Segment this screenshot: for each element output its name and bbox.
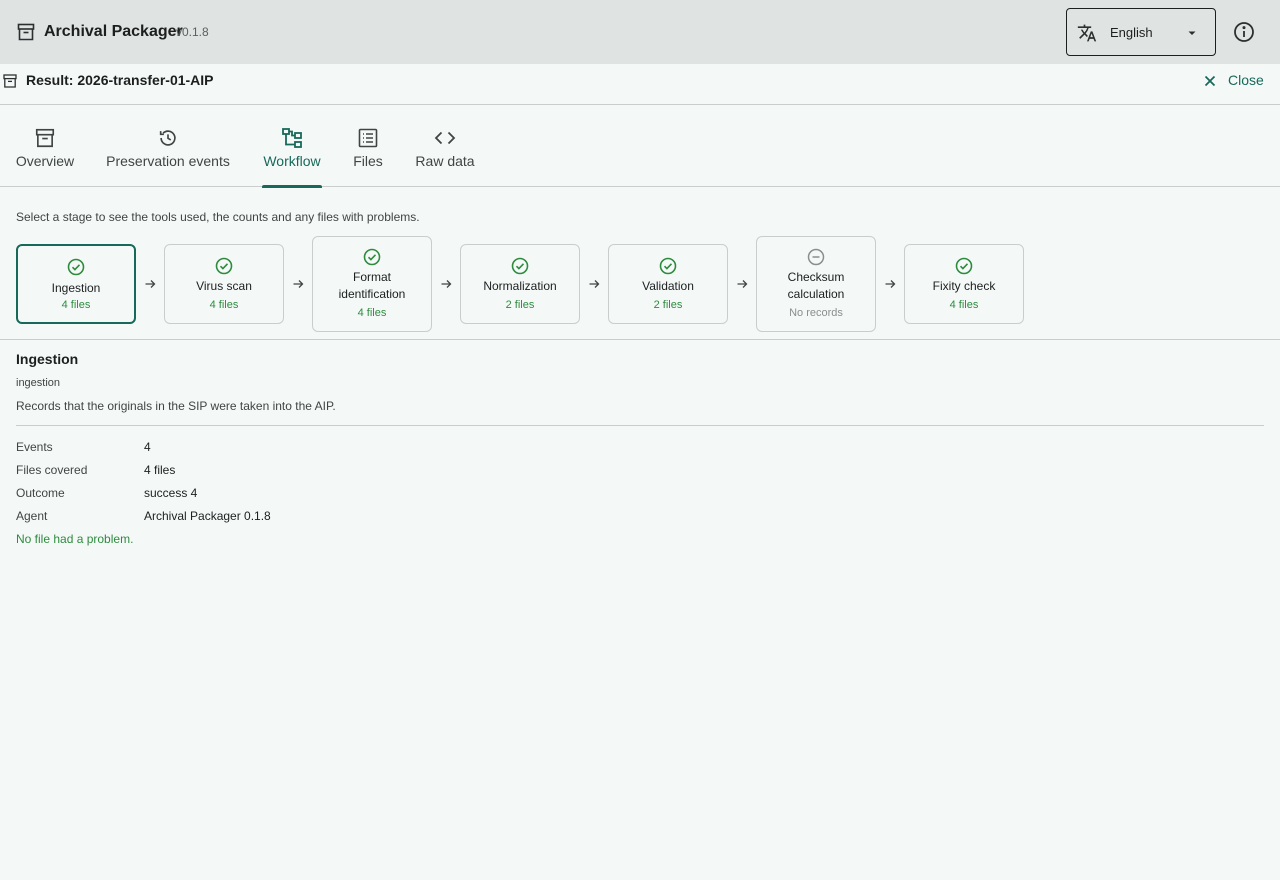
- stage-name: Checksum calculation: [787, 270, 845, 301]
- stage-count: No records: [789, 307, 843, 319]
- active-tab-indicator: [262, 185, 322, 188]
- tab-label: Overview: [15, 153, 75, 169]
- stage-name: Format identification: [338, 270, 406, 301]
- stage-validation[interactable]: Validation 2 files: [608, 244, 728, 324]
- language-value: English: [1110, 25, 1153, 40]
- translate-icon: [1077, 23, 1097, 43]
- archive-box-icon: [34, 127, 56, 149]
- close-icon: [1203, 74, 1217, 88]
- stage-count: 4 files: [209, 299, 239, 311]
- stage-count: 4 files: [949, 299, 979, 311]
- stage-name: Normalization: [483, 279, 557, 293]
- tab-overview[interactable]: Overview: [14, 105, 76, 187]
- info-icon[interactable]: [1232, 20, 1256, 44]
- app-title: Archival Packager: [44, 23, 183, 40]
- stage-ingestion[interactable]: Ingestion 4 files: [16, 244, 136, 324]
- stage-virus-scan[interactable]: Virus scan 4 files: [164, 244, 284, 324]
- stage-detail-key: ingestion: [16, 377, 61, 389]
- arrow-right-icon: [736, 278, 748, 290]
- close-button[interactable]: Close: [1200, 70, 1270, 92]
- check-circle-icon: [659, 257, 677, 275]
- outcome-value: success 4: [144, 486, 198, 500]
- stage-name: Fixity check: [932, 279, 996, 293]
- section-divider: [0, 339, 1280, 340]
- stage-count: 4 files: [357, 307, 387, 319]
- check-circle-icon: [511, 257, 529, 275]
- tab-label: Workflow: [263, 153, 321, 169]
- result-header: Result: 2026-transfer-01-AIP Close: [0, 64, 1280, 105]
- check-circle-icon: [67, 258, 85, 276]
- outcome-label: Outcome: [16, 486, 65, 500]
- stage-detail-description: Records that the originals in the SIP we…: [16, 399, 336, 413]
- stage-checksum-calculation[interactable]: Checksum calculation No records: [756, 236, 876, 332]
- archive-box-icon: [2, 73, 18, 89]
- check-circle-icon: [363, 248, 381, 266]
- stage-count: 4 files: [61, 299, 91, 311]
- agent-value: Archival Packager 0.1.8: [144, 509, 271, 523]
- close-label: Close: [1228, 72, 1264, 88]
- stage-detail-title: Ingestion: [16, 351, 79, 367]
- code-icon: [434, 127, 456, 149]
- tab-label: Raw data: [415, 153, 475, 169]
- stage-name: Virus scan: [196, 279, 252, 293]
- minus-circle-icon: [807, 248, 825, 266]
- arrow-right-icon: [292, 278, 304, 290]
- list-icon: [357, 127, 379, 149]
- check-circle-icon: [955, 257, 973, 275]
- arrow-right-icon: [440, 278, 452, 290]
- tab-raw-data[interactable]: Raw data: [414, 105, 476, 187]
- app-version: v0.1.8: [176, 25, 209, 39]
- language-select[interactable]: English: [1066, 8, 1216, 56]
- arrow-right-icon: [588, 278, 600, 290]
- agent-label: Agent: [16, 509, 48, 523]
- events-value: 4: [144, 440, 151, 454]
- arrow-right-icon: [144, 278, 156, 290]
- history-icon: [157, 127, 179, 149]
- stage-name: Ingestion: [51, 281, 101, 295]
- stage-name: Validation: [642, 279, 694, 293]
- workflow-instruction: Select a stage to see the tools used, th…: [16, 210, 420, 224]
- result-title: Result: 2026-transfer-01-AIP: [26, 72, 214, 88]
- tab-workflow[interactable]: Workflow: [262, 105, 322, 188]
- no-problem-message: No file had a problem.: [16, 532, 134, 546]
- files-covered-value: 4 files: [144, 463, 176, 477]
- check-circle-icon: [215, 257, 233, 275]
- archive-box-icon: [16, 22, 36, 42]
- stage-count: 2 files: [653, 299, 683, 311]
- stage-format-identification[interactable]: Format identification 4 files: [312, 236, 432, 332]
- stage-fixity-check[interactable]: Fixity check 4 files: [904, 244, 1024, 324]
- files-covered-label: Files covered: [16, 463, 88, 477]
- tab-label: Files: [353, 153, 383, 169]
- tab-label: Preservation events: [106, 153, 230, 169]
- tab-files[interactable]: Files: [350, 105, 386, 187]
- events-label: Events: [16, 440, 53, 454]
- detail-divider: [16, 425, 1264, 426]
- workflow-icon: [281, 127, 303, 149]
- dropdown-caret-icon: [1186, 27, 1198, 39]
- stage-normalization[interactable]: Normalization 2 files: [460, 244, 580, 324]
- stage-count: 2 files: [505, 299, 535, 311]
- arrow-right-icon: [884, 278, 896, 290]
- app-bar: Archival Packager v0.1.8 English: [0, 0, 1280, 64]
- tab-bar: Overview Preservation events Workflow Fi…: [0, 105, 1280, 188]
- tab-preservation-events[interactable]: Preservation events: [104, 105, 232, 187]
